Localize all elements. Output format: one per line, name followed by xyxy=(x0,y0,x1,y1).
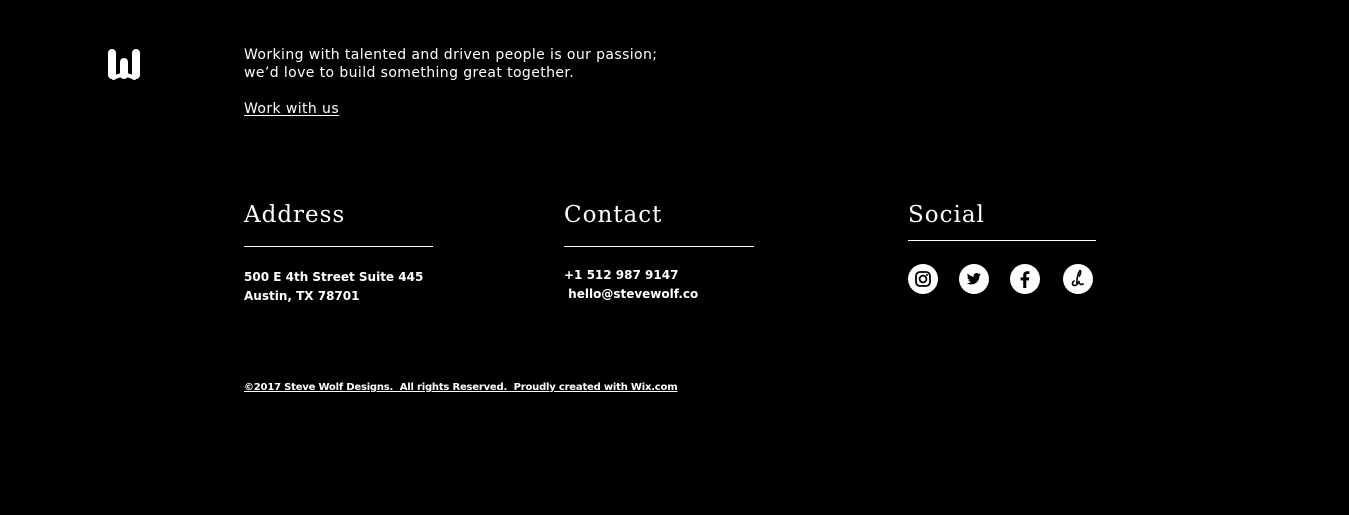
contact-heading: Contact xyxy=(564,202,663,228)
instagram-icon[interactable] xyxy=(908,264,938,294)
address-line-2: Austin, TX 78701 xyxy=(244,289,360,303)
contact-phone[interactable]: +1 512 987 9147 xyxy=(564,266,678,285)
intro-line-1: Working with talented and driven people … xyxy=(244,47,658,63)
twitter-icon[interactable] xyxy=(959,264,989,294)
copyright-link[interactable]: ©2017 Steve Wolf Designs. All rights Res… xyxy=(244,381,678,395)
intro-text: Working with talented and driven people … xyxy=(244,46,704,82)
social-heading: Social xyxy=(908,202,985,228)
contact-divider xyxy=(564,246,754,247)
contact-email[interactable]: hello@stevewolf.co xyxy=(564,285,698,304)
address-heading: Address xyxy=(244,202,346,228)
brand-logo-icon[interactable] xyxy=(107,47,141,81)
address-line-1: 500 E 4th Street Suite 445 xyxy=(244,270,424,284)
intro-line-2: we’d love to build something great toget… xyxy=(244,65,575,81)
address-divider xyxy=(244,246,433,247)
social-divider xyxy=(908,240,1096,241)
facebook-icon[interactable] xyxy=(1010,264,1040,294)
work-with-us-link[interactable]: Work with us xyxy=(244,100,339,118)
dribbble-icon[interactable] xyxy=(1063,264,1093,294)
